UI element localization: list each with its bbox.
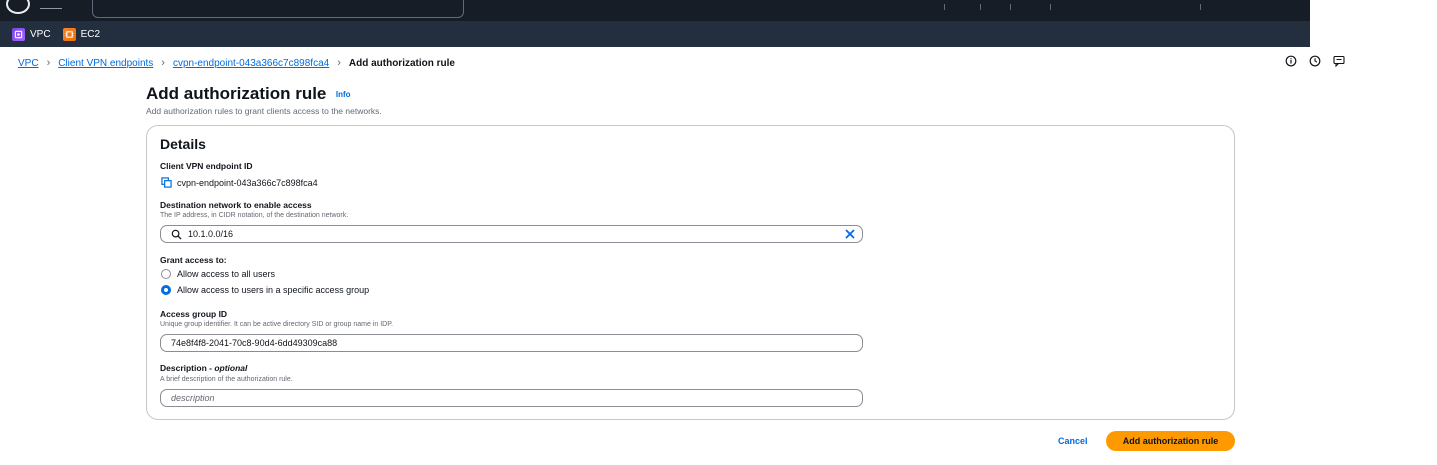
breadcrumb-current: Add authorization rule	[348, 57, 455, 69]
breadcrumb-vpc[interactable]: VPC	[18, 58, 39, 69]
page-description: Add authorization rules to grant clients…	[146, 106, 382, 116]
info-icon[interactable]	[1285, 55, 1297, 67]
details-container: Details Client VPN endpoint ID cvpn-endp…	[146, 125, 1235, 420]
chevron-right-icon: ›	[46, 57, 51, 69]
endpoint-id-label: Client VPN endpoint ID	[160, 161, 253, 171]
radio-all-users-label: Allow access to all users	[177, 269, 276, 279]
cloudshell-icon[interactable]	[944, 4, 945, 10]
radio-specific-group[interactable]: Allow access to users in a specific acce…	[161, 285, 369, 295]
access-group-input[interactable]: 74e8f4f8-2041-70c8-90d4-6dd49309ca88	[160, 334, 863, 352]
chevron-right-icon: ›	[337, 57, 341, 69]
description-label-text: Description	[160, 363, 207, 373]
favorite-ec2-label: EC2	[80, 28, 101, 40]
favorite-ec2[interactable]: EC2	[62, 27, 101, 41]
radio-button-checked[interactable]	[161, 285, 171, 295]
radio-button-unchecked[interactable]	[161, 269, 171, 279]
info-link[interactable]: Info	[336, 90, 351, 99]
page-title: Add authorization rule	[146, 84, 327, 103]
description-optional: optional	[214, 363, 248, 373]
radio-all-users[interactable]: Allow access to all users	[161, 269, 275, 279]
access-group-label: Access group ID	[160, 309, 228, 319]
description-label: Description - optional	[160, 363, 248, 373]
description-placeholder: description	[171, 393, 215, 403]
access-group-hint: Unique group identifier. It can be activ…	[160, 321, 393, 328]
clock-icon[interactable]	[1309, 55, 1321, 67]
vpc-service-icon	[12, 27, 25, 41]
destination-hint: The IP address, in CIDR notation, of the…	[160, 212, 349, 219]
grant-access-label: Grant access to:	[160, 255, 227, 265]
destination-network-input[interactable]: 10.1.0.0/16	[160, 225, 863, 243]
utility-panel-icons	[1285, 55, 1345, 67]
page-header: Add authorization rule Info Add authoriz…	[146, 84, 382, 116]
description-hint: A brief description of the authorization…	[160, 376, 293, 383]
region-selector[interactable]	[1050, 4, 1051, 10]
add-authorization-rule-button[interactable]: Add authorization rule	[1106, 431, 1235, 451]
favorite-vpc-label: VPC	[30, 28, 51, 40]
description-input[interactable]: description	[160, 389, 863, 407]
search-icon	[171, 229, 182, 240]
radio-specific-group-label: Allow access to users in a specific acce…	[177, 285, 370, 295]
breadcrumb: VPC › Client VPN endpoints › cvpn-endpoi…	[18, 57, 455, 69]
copy-icon[interactable]	[161, 177, 172, 188]
help-icon[interactable]	[1010, 4, 1011, 10]
feedback-icon[interactable]	[1333, 55, 1345, 67]
console-search-input[interactable]	[92, 0, 464, 18]
favorites-bar: VPC EC2	[0, 21, 1310, 47]
breadcrumb-endpoint[interactable]: cvpn-endpoint-043a366c7c898fca4	[173, 58, 329, 69]
chevron-right-icon: ›	[161, 57, 165, 69]
ec2-service-icon	[62, 27, 76, 41]
breadcrumb-client-vpn-endpoints[interactable]: Client VPN endpoints	[58, 58, 153, 69]
aws-logo-icon[interactable]	[6, 0, 30, 14]
access-group-value: 74e8f4f8-2041-70c8-90d4-6dd49309ca88	[171, 338, 338, 348]
cancel-button[interactable]: Cancel	[1046, 431, 1100, 451]
notifications-icon[interactable]	[980, 4, 981, 10]
details-heading: Details	[160, 136, 206, 152]
destination-label: Destination network to enable access	[160, 200, 312, 210]
services-menu-icon[interactable]	[40, 2, 62, 9]
console-top-nav	[0, 0, 1310, 21]
account-menu[interactable]	[1200, 4, 1201, 10]
endpoint-id-row: cvpn-endpoint-043a366c7c898fca4	[161, 177, 318, 188]
clear-icon[interactable]	[844, 228, 856, 240]
favorite-vpc[interactable]: VPC	[12, 27, 51, 41]
destination-network-value: 10.1.0.0/16	[188, 229, 234, 239]
endpoint-id-value: cvpn-endpoint-043a366c7c898fca4	[177, 177, 318, 188]
